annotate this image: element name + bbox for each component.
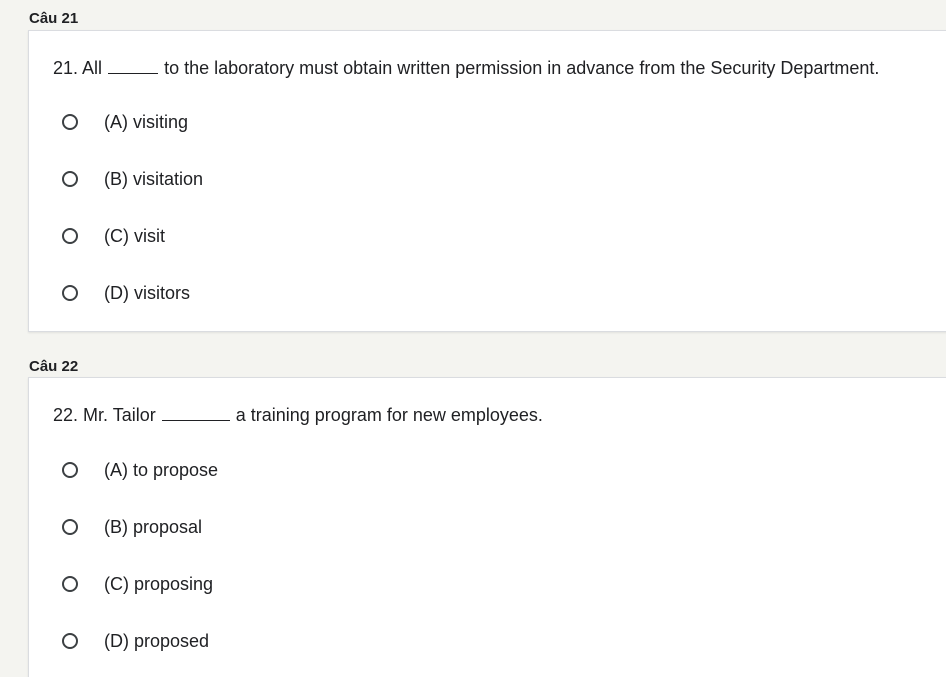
radio-button-icon[interactable] [62,576,78,592]
option-label: (C) proposing [104,574,214,594]
section-label-q22: Câu 22 [29,358,79,375]
option-a-q21[interactable]: (A) visiting [62,110,188,134]
question-suffix: to the laboratory must obtain written pe… [164,58,880,78]
option-b-q21[interactable]: (B) visitation [62,167,203,191]
option-label: (C) visit [104,226,165,246]
radio-button-icon[interactable] [62,462,78,478]
question-suffix: a training program for new employees. [235,405,543,425]
option-label: (B) proposal [104,517,203,537]
question-card-q22: 22. Mr. Tailor a training program for ne… [28,377,946,677]
question-text-q22: 22. Mr. Tailor a training program for ne… [53,404,543,426]
option-label: (A) to propose [104,460,219,480]
question-card-q21: 21. All to the laboratory must obtain wr… [28,30,946,332]
radio-button-icon[interactable] [62,519,78,535]
radio-button-icon[interactable] [62,114,78,130]
answer-blank [161,419,230,421]
option-label: (D) proposed [104,631,210,651]
section-label-q21: Câu 21 [29,10,79,27]
radio-button-icon[interactable] [62,228,78,244]
option-c-q21[interactable]: (C) visit [62,224,165,248]
question-text-q21: 21. All to the laboratory must obtain wr… [53,57,879,79]
radio-button-icon[interactable] [62,171,78,187]
option-label: (D) visitors [104,283,190,303]
option-a-q22[interactable]: (A) to propose [62,458,218,482]
option-c-q22[interactable]: (C) proposing [62,572,213,596]
option-d-q21[interactable]: (D) visitors [62,281,190,305]
option-b-q22[interactable]: (B) proposal [62,515,202,539]
option-label: (B) visitation [104,169,204,189]
radio-button-icon[interactable] [62,633,78,649]
question-prefix: 22. Mr. Tailor [53,405,156,425]
radio-button-icon[interactable] [62,285,78,301]
answer-blank [108,72,159,74]
question-prefix: 21. All [53,58,103,78]
option-label: (A) visiting [104,112,189,132]
option-d-q22[interactable]: (D) proposed [62,629,209,653]
